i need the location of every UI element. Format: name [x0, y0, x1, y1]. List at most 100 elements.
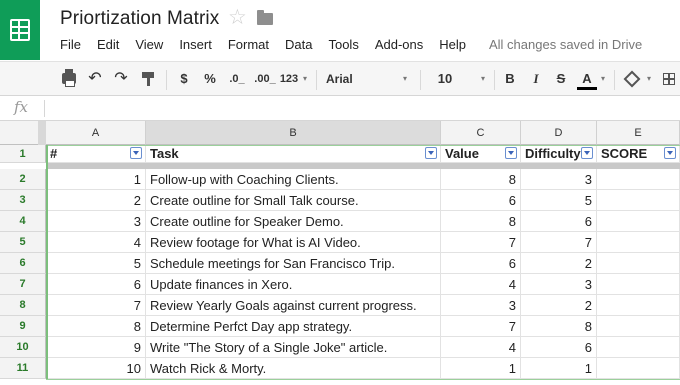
filter-dropdown-icon[interactable]: [130, 147, 142, 159]
cell-score[interactable]: [597, 253, 680, 274]
fill-color-icon[interactable]: [623, 70, 641, 88]
header-cell-value[interactable]: Value: [441, 145, 521, 163]
cell-task[interactable]: Schedule meetings for San Francisco Trip…: [146, 253, 441, 274]
folder-icon[interactable]: [257, 10, 273, 25]
cell-value[interactable]: 4: [441, 274, 521, 295]
cell-number[interactable]: 10: [46, 358, 146, 379]
column-header-c[interactable]: C: [441, 121, 521, 145]
strikethrough-button[interactable]: S: [554, 62, 568, 96]
cell-number[interactable]: 2: [46, 190, 146, 211]
cell-score[interactable]: [597, 232, 680, 253]
menu-addons[interactable]: Add-ons: [367, 36, 431, 54]
print-icon[interactable]: [62, 69, 76, 87]
menu-data[interactable]: Data: [277, 36, 320, 54]
row-header[interactable]: 1: [0, 145, 46, 163]
menu-help[interactable]: Help: [431, 36, 474, 54]
undo-icon[interactable]: ↶: [86, 62, 104, 96]
menu-file[interactable]: File: [52, 36, 89, 54]
header-cell-difficulty[interactable]: Difficulty: [521, 145, 597, 163]
cell-value[interactable]: 8: [441, 169, 521, 190]
cell-task[interactable]: Create outline for Speaker Demo.: [146, 211, 441, 232]
cell-score[interactable]: [597, 358, 680, 379]
save-status[interactable]: All changes saved in Drive: [489, 37, 642, 52]
cell-difficulty[interactable]: 1: [521, 358, 597, 379]
column-header-d[interactable]: D: [521, 121, 597, 145]
cell-score[interactable]: [597, 337, 680, 358]
cell-task[interactable]: Determine Perfct Day app strategy.: [146, 316, 441, 337]
cell-number[interactable]: 9: [46, 337, 146, 358]
cell-value[interactable]: 1: [441, 358, 521, 379]
cell-difficulty[interactable]: 3: [521, 169, 597, 190]
sheets-logo-icon[interactable]: [0, 0, 40, 60]
cell-value[interactable]: 6: [441, 190, 521, 211]
row-header[interactable]: 5: [0, 232, 46, 253]
column-header-b[interactable]: B: [146, 121, 441, 145]
cell-value[interactable]: 7: [441, 232, 521, 253]
cell-number[interactable]: 8: [46, 316, 146, 337]
row-header[interactable]: 10: [0, 337, 46, 358]
row-header[interactable]: 2: [0, 169, 46, 190]
row-header[interactable]: 3: [0, 190, 46, 211]
cell-number[interactable]: 4: [46, 232, 146, 253]
cell-value[interactable]: 6: [441, 253, 521, 274]
font-size-chevron-down-icon[interactable]: ▾: [478, 62, 488, 96]
menu-insert[interactable]: Insert: [171, 36, 220, 54]
filter-dropdown-icon[interactable]: [505, 147, 517, 159]
percent-format-button[interactable]: %: [202, 62, 218, 96]
decrease-decimal-button[interactable]: .0_: [226, 62, 248, 96]
cell-value[interactable]: 7: [441, 316, 521, 337]
cell-task[interactable]: Create outline for Small Talk course.: [146, 190, 441, 211]
menu-tools[interactable]: Tools: [320, 36, 366, 54]
cell-score[interactable]: [597, 190, 680, 211]
star-icon[interactable]: ☆: [228, 7, 247, 28]
font-family-select[interactable]: Arial: [326, 62, 353, 96]
row-header[interactable]: 9: [0, 316, 46, 337]
column-header-e[interactable]: E: [597, 121, 680, 145]
more-formats-button[interactable]: 123: [278, 62, 300, 96]
cell-value[interactable]: 3: [441, 295, 521, 316]
row-header[interactable]: 11: [0, 358, 46, 379]
cell-difficulty[interactable]: 3: [521, 274, 597, 295]
bold-button[interactable]: B: [503, 62, 517, 96]
cell-difficulty[interactable]: 6: [521, 337, 597, 358]
increase-decimal-button[interactable]: .00_: [252, 62, 278, 96]
menu-view[interactable]: View: [127, 36, 171, 54]
header-cell-task[interactable]: Task: [146, 145, 441, 163]
font-size-select[interactable]: 10: [436, 62, 454, 96]
cell-score[interactable]: [597, 169, 680, 190]
cell-score[interactable]: [597, 316, 680, 337]
cell-difficulty[interactable]: 5: [521, 190, 597, 211]
cell-task[interactable]: Watch Rick & Morty.: [146, 358, 441, 379]
redo-icon[interactable]: ↷: [112, 62, 130, 96]
fill-color-chevron-down-icon[interactable]: ▾: [644, 62, 654, 96]
column-header-a[interactable]: A: [46, 121, 146, 145]
filter-dropdown-icon[interactable]: [581, 147, 593, 159]
header-cell-number[interactable]: #: [46, 145, 146, 163]
cell-difficulty[interactable]: 7: [521, 232, 597, 253]
cell-task[interactable]: Follow-up with Coaching Clients.: [146, 169, 441, 190]
header-cell-score[interactable]: SCORE: [597, 145, 680, 163]
cell-difficulty[interactable]: 8: [521, 316, 597, 337]
cell-score[interactable]: [597, 274, 680, 295]
filter-dropdown-icon[interactable]: [664, 147, 676, 159]
font-family-chevron-down-icon[interactable]: ▾: [400, 62, 410, 96]
cell-difficulty[interactable]: 2: [521, 253, 597, 274]
text-color-chevron-down-icon[interactable]: ▾: [598, 62, 608, 96]
row-header[interactable]: 6: [0, 253, 46, 274]
document-title[interactable]: Priortization Matrix: [60, 8, 219, 30]
cell-number[interactable]: 7: [46, 295, 146, 316]
cell-value[interactable]: 8: [441, 211, 521, 232]
cell-difficulty[interactable]: 2: [521, 295, 597, 316]
cell-task[interactable]: Review footage for What is AI Video.: [146, 232, 441, 253]
cell-number[interactable]: 6: [46, 274, 146, 295]
row-header[interactable]: 8: [0, 295, 46, 316]
text-color-button[interactable]: A: [579, 62, 595, 96]
italic-button[interactable]: I: [529, 62, 543, 96]
formula-input[interactable]: [50, 96, 670, 120]
borders-icon[interactable]: [663, 73, 675, 85]
cell-score[interactable]: [597, 295, 680, 316]
cell-score[interactable]: [597, 211, 680, 232]
row-header[interactable]: 4: [0, 211, 46, 232]
cell-task[interactable]: Update finances in Xero.: [146, 274, 441, 295]
more-formats-chevron-down-icon[interactable]: ▾: [300, 62, 310, 96]
